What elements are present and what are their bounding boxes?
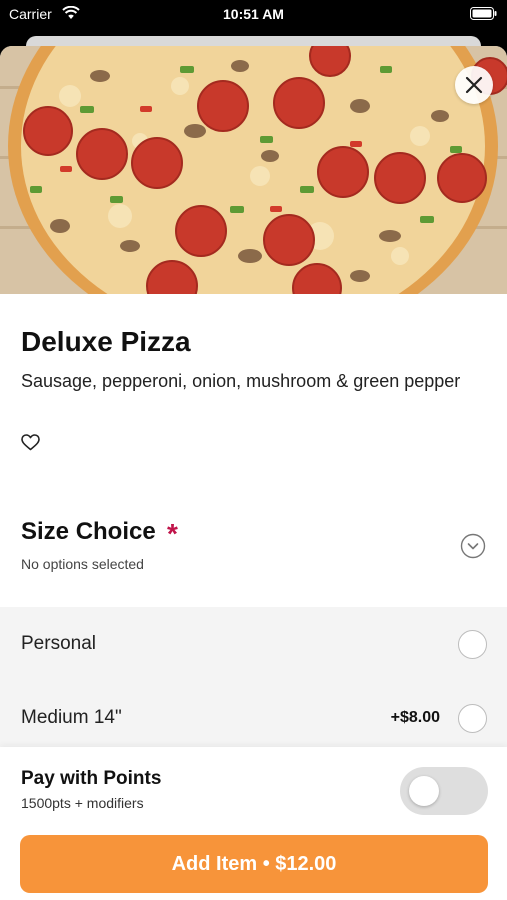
option-radio[interactable] [458, 630, 487, 659]
status-time: 10:51 AM [223, 6, 284, 22]
heart-icon[interactable] [21, 434, 40, 451]
size-option-personal[interactable]: Personal [0, 616, 507, 674]
size-options-list: Personal Medium 14" +$8.00 [0, 607, 507, 747]
item-description: Sausage, pepperoni, onion, mushroom & gr… [21, 371, 461, 391]
item-detail-sheet: Deluxe Pizza Sausage, pepperoni, onion, … [0, 46, 507, 900]
option-label: Medium 14" [21, 707, 122, 728]
pay-with-points-title: Pay with Points [21, 768, 162, 789]
close-button[interactable] [455, 66, 493, 104]
battery-icon [470, 7, 497, 20]
option-radio[interactable] [458, 704, 487, 733]
checkout-footer: Pay with Points 1500pts + modifiers Add … [0, 747, 507, 900]
size-choice-subtitle: No options selected [21, 556, 144, 572]
pay-with-points-subtitle: 1500pts + modifiers [21, 795, 144, 811]
pay-with-points-toggle[interactable] [400, 767, 488, 815]
chevron-down-circle-icon[interactable] [460, 533, 486, 559]
option-price: +$8.00 [390, 709, 440, 726]
size-choice-title: Size Choice [21, 518, 156, 545]
option-label: Personal [21, 633, 96, 654]
status-bar: Carrier 10:51 AM [0, 0, 507, 30]
toggle-knob [409, 776, 439, 806]
size-option-medium[interactable]: Medium 14" +$8.00 [0, 690, 507, 748]
item-title: Deluxe Pizza [21, 326, 191, 357]
required-marker: * [167, 518, 178, 549]
close-icon [465, 76, 483, 94]
pizza-image [0, 46, 507, 294]
add-item-button[interactable]: Add Item • $12.00 [20, 835, 488, 893]
